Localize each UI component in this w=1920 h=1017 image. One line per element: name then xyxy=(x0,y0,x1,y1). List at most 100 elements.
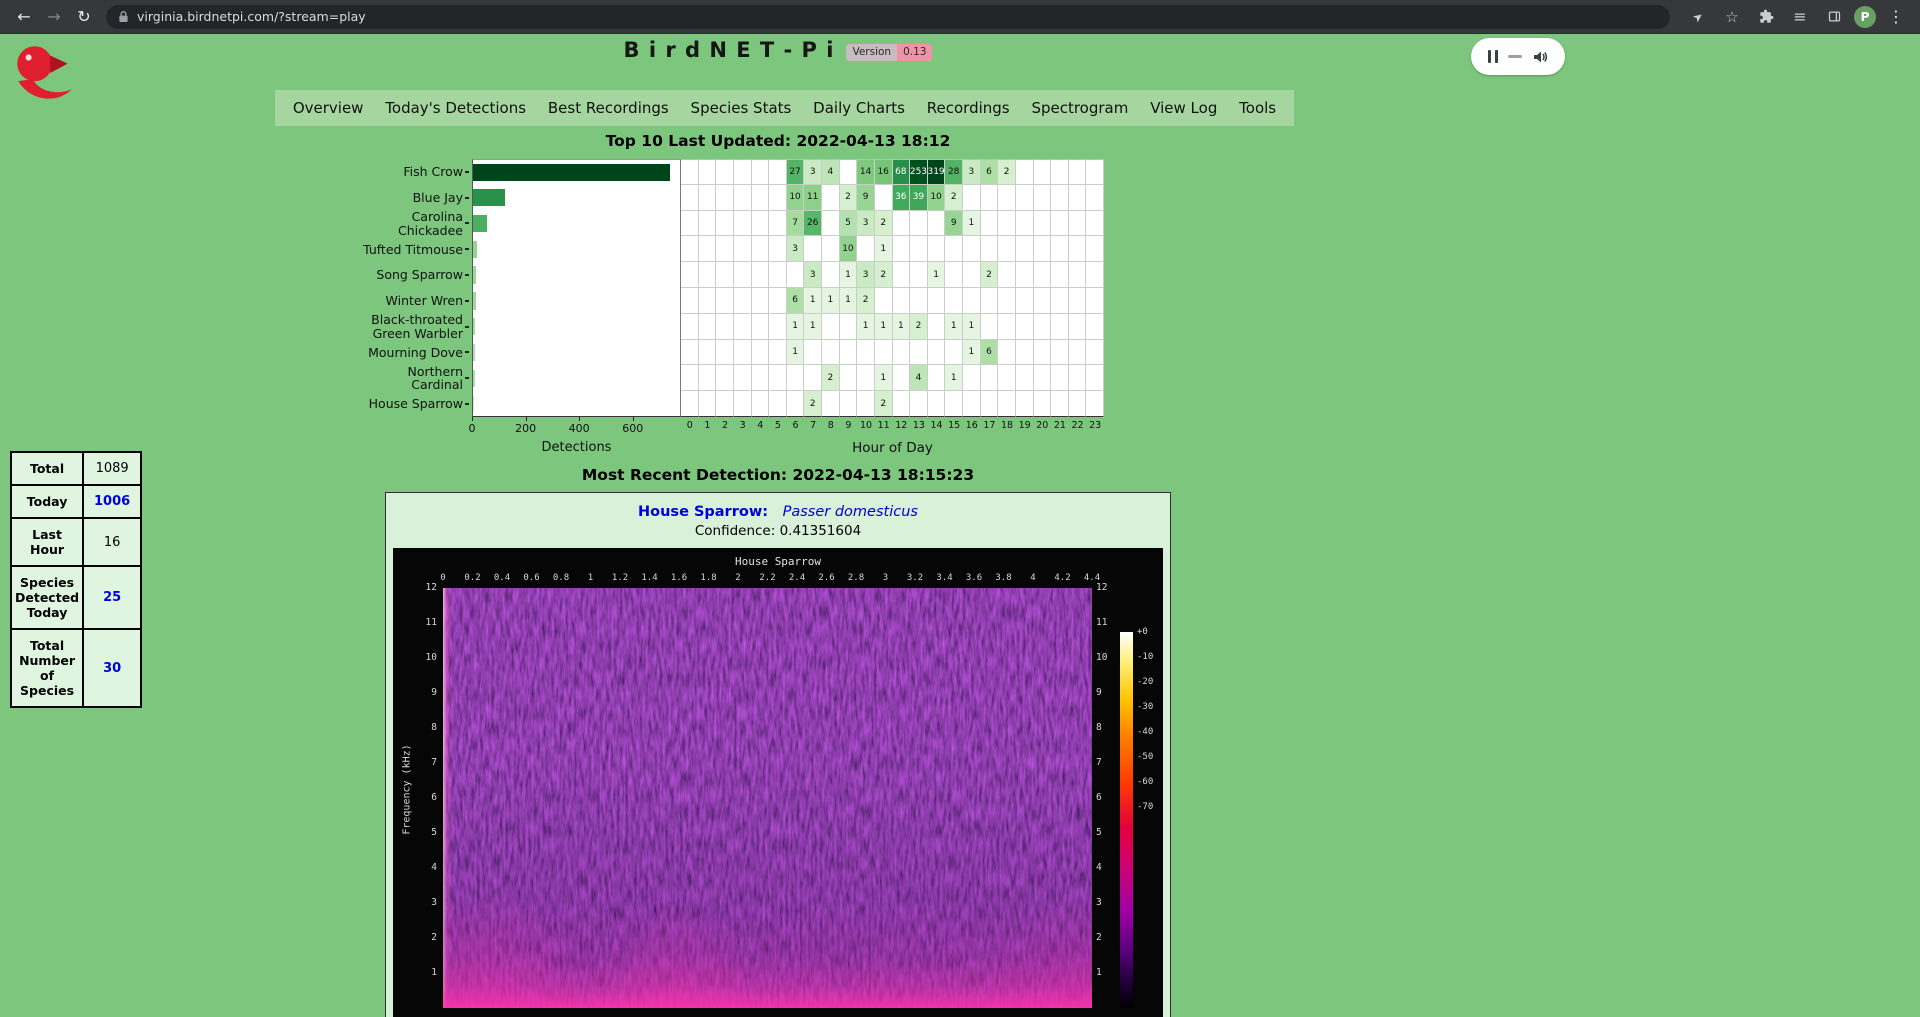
bookmark-star-icon[interactable]: ☆ xyxy=(1718,3,1746,31)
nav-item-daily-charts[interactable]: Daily Charts xyxy=(809,99,909,117)
heatmap-cell: 3 xyxy=(857,211,875,237)
chart-axes: 0200400600 01234567891011121314151617181… xyxy=(302,417,1104,439)
heatmap-cell xyxy=(734,365,752,391)
heatmap-cell xyxy=(681,185,699,211)
heatmap-cell: 1 xyxy=(787,314,805,340)
heat-strip: 11111211 xyxy=(681,314,1104,340)
heatmap-cell xyxy=(681,365,699,391)
forward-button[interactable]: → xyxy=(40,3,68,31)
colorbar-tick: -70 xyxy=(1137,802,1153,812)
time-axis-tick: 2.2 xyxy=(759,573,775,583)
species-label: Carolina Chickadee xyxy=(302,211,465,237)
nav-item-best-recordings[interactable]: Best Recordings xyxy=(544,99,673,117)
nav-item-overview[interactable]: Overview xyxy=(289,99,368,117)
volume-button[interactable] xyxy=(1532,49,1548,65)
axis-titles: Detections Hour of Day xyxy=(302,440,1104,456)
spectrogram-title: House Sparrow xyxy=(393,555,1163,568)
heatmap-cell xyxy=(998,185,1016,211)
nav-item-spectrogram[interactable]: Spectrogram xyxy=(1027,99,1132,117)
heatmap-cell xyxy=(963,365,981,391)
heatmap-cell xyxy=(981,185,999,211)
heatmap-cell: 3 xyxy=(787,236,805,262)
url-text: virginia.birdnetpi.com/?stream=play xyxy=(137,9,366,24)
heatmap-cell xyxy=(716,211,734,237)
time-axis-tick: 0.4 xyxy=(494,573,510,583)
heatmap-cell xyxy=(910,288,928,314)
freq-axis-tick-left: 1 xyxy=(411,967,437,978)
nav-item-recordings[interactable]: Recordings xyxy=(923,99,1014,117)
time-axis-tick: 3.8 xyxy=(995,573,1011,583)
bar-cell xyxy=(472,236,681,262)
heatmap-cell: 2 xyxy=(840,185,858,211)
pause-button[interactable] xyxy=(1488,50,1499,63)
heatmap-cell: 2 xyxy=(804,391,822,417)
bar-axis-tick xyxy=(472,417,473,421)
heatmap-cell xyxy=(1051,288,1069,314)
stats-value[interactable]: 25 xyxy=(83,566,141,629)
profile-avatar[interactable]: P xyxy=(1854,6,1876,28)
heatmap-cell xyxy=(681,159,699,185)
time-axis-tick: 3.6 xyxy=(966,573,982,583)
heatmap-cell xyxy=(857,391,875,417)
omnibox[interactable]: virginia.birdnetpi.com/?stream=play xyxy=(106,5,1670,29)
time-axis-tick: 4.2 xyxy=(1054,573,1070,583)
hour-axis-tick: 21 xyxy=(1051,417,1069,439)
heat-strip: 1011293639102 xyxy=(681,185,1104,211)
side-panel-icon[interactable] xyxy=(1820,3,1848,31)
freq-axis-tick-left: 9 xyxy=(411,687,437,698)
y-tick-mark xyxy=(465,288,472,314)
table-row: Today1006 xyxy=(11,485,141,518)
heatmap-cell xyxy=(699,340,717,366)
back-button[interactable]: ← xyxy=(10,3,38,31)
heatmap-cell xyxy=(998,391,1016,417)
heatmap-cell xyxy=(1051,391,1069,417)
time-axis-tick: 2.4 xyxy=(789,573,805,583)
heatmap-cell xyxy=(699,236,717,262)
browser-chrome: ← → ↻ virginia.birdnetpi.com/?stream=pla… xyxy=(0,0,1920,34)
send-icon[interactable]: ➤ xyxy=(1684,3,1712,31)
heatmap-cell: 1 xyxy=(804,288,822,314)
heatmap-cell: 10 xyxy=(928,185,946,211)
audio-player[interactable] xyxy=(1471,38,1565,75)
heatmap-cell xyxy=(822,340,840,366)
hour-axis-tick: 16 xyxy=(963,417,981,439)
heatmap-cell xyxy=(681,288,699,314)
heatmap-cell xyxy=(769,185,787,211)
nav-item-today-s-detections[interactable]: Today's Detections xyxy=(381,99,530,117)
heatmap-cell: 3 xyxy=(804,159,822,185)
heatmap-cell xyxy=(893,340,911,366)
extensions-icon[interactable] xyxy=(1752,3,1780,31)
heatmap-cell xyxy=(1051,159,1069,185)
pause-bar xyxy=(1488,50,1492,63)
heatmap-cell xyxy=(699,185,717,211)
time-axis-tick: 3 xyxy=(883,573,888,583)
heatmap-cell xyxy=(716,185,734,211)
detections-bar xyxy=(473,395,474,412)
hour-axis: 01234567891011121314151617181920212223 xyxy=(681,417,1104,439)
heatmap-cell xyxy=(928,340,946,366)
stats-value[interactable]: 1006 xyxy=(83,485,141,518)
species-label: House Sparrow xyxy=(302,391,465,417)
nav-item-tools[interactable]: Tools xyxy=(1235,99,1280,117)
freq-axis-tick-right: 8 xyxy=(1096,722,1102,733)
page-title: B i r d N E T - P i xyxy=(624,38,835,62)
table-row: Total1089 xyxy=(11,452,141,485)
main-nav: Overview Today's Detections Best Recording… xyxy=(275,90,1294,126)
hour-axis-tick: 5 xyxy=(769,417,787,439)
heatmap-cell xyxy=(1034,391,1052,417)
heatmap-cell xyxy=(681,314,699,340)
stats-value[interactable]: 30 xyxy=(83,629,141,707)
reading-list-icon[interactable]: ≡ xyxy=(1786,3,1814,31)
nav-item-view-log[interactable]: View Log xyxy=(1146,99,1221,117)
menu-kebab-icon[interactable]: ⋮ xyxy=(1882,3,1910,31)
heatmap-cell xyxy=(928,365,946,391)
heatmap-cell xyxy=(1034,340,1052,366)
reload-button[interactable]: ↻ xyxy=(70,3,98,31)
heatmap-cell xyxy=(681,211,699,237)
birdnet-logo[interactable] xyxy=(8,42,80,108)
colorbar-tick: -60 xyxy=(1137,777,1153,787)
seek-bar[interactable] xyxy=(1508,55,1522,58)
freq-axis-tick-right: 4 xyxy=(1096,862,1102,873)
nav-item-species-stats[interactable]: Species Stats xyxy=(687,99,796,117)
freq-axis-tick-left: 5 xyxy=(411,827,437,838)
